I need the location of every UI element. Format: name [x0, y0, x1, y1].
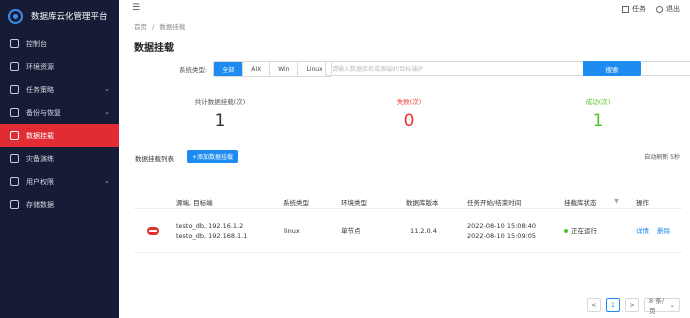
col-version: 数据库版本	[406, 199, 439, 207]
status-dot	[564, 229, 568, 233]
task-icon	[10, 85, 19, 94]
sidebar-item-drill[interactable]: 灾备演练	[0, 147, 119, 170]
logout-label: 退出	[666, 5, 680, 13]
main-content: 首页 / 数据挂载 数据挂载 系统类型: 全部 AIX Win Linux 请输…	[119, 18, 690, 318]
search-button[interactable]: 搜索	[583, 61, 641, 76]
cell-src: testo_db, 192.16.1.2	[176, 222, 244, 230]
task-link[interactable]: 任务	[622, 4, 646, 14]
add-mount-button[interactable]: +添加数据挂载	[187, 150, 239, 163]
sidebar-item-label: 备份与恢复	[26, 108, 61, 117]
chevron-down-icon: ⌄	[669, 301, 675, 309]
sidebar-item-dashboard[interactable]: 控制台	[0, 32, 119, 55]
stat-fail: 失败(次) 0	[349, 96, 469, 131]
stat-fail-value: 0	[403, 111, 415, 131]
task-label: 任务	[632, 5, 646, 13]
section-title: 数据挂载列表	[135, 155, 174, 163]
col-env: 环境类型	[341, 199, 367, 207]
col-actions: 操作	[636, 199, 649, 207]
stat-total-label: 共计数据挂载(次)	[194, 98, 246, 106]
logout-link[interactable]: 退出	[656, 4, 680, 14]
os-option-aix[interactable]: AIX	[243, 62, 271, 76]
col-time: 任务开始/结束时间	[467, 199, 522, 207]
cell-src-dst: testo_db, 192.16.1.2 testo_db, 192.168.1…	[176, 221, 247, 241]
sidebar-item-resources[interactable]: 环境资源	[0, 55, 119, 78]
delete-link[interactable]: 删除	[657, 227, 670, 235]
status-text: 正在运行	[571, 227, 597, 235]
table-row: testo_db, 192.16.1.2 testo_db, 192.168.1…	[134, 211, 682, 253]
cell-time: 2022-08-10 15:08:40 2022-08-10 15:09:05	[467, 221, 536, 241]
cell-os: linux	[284, 227, 300, 235]
sidebar: 数据库云化管理平台 控制台 环境资源 任务策略 ⌄ 备份与恢复 ⌄ 数据挂载 灾…	[0, 0, 119, 318]
page-1-button[interactable]: 1	[606, 298, 620, 312]
stat-total: 共计数据挂载(次) 1	[160, 96, 280, 131]
cell-version: 11.2.0.4	[410, 227, 437, 235]
mount-icon	[10, 131, 19, 140]
cell-actions: 详情 删除	[636, 226, 670, 236]
server-icon	[10, 62, 19, 71]
sidebar-item-label: 控制台	[26, 39, 47, 48]
cell-env: 单节点	[341, 227, 361, 235]
page-size-label: 8 条/页	[649, 297, 664, 315]
sidebar-item-label: 数据挂载	[26, 131, 54, 140]
os-segmented-control: 全部 AIX Win Linux	[213, 61, 332, 77]
breadcrumb: 首页 / 数据挂载	[134, 21, 185, 31]
chevron-down-icon: ⌄	[104, 85, 110, 93]
table-header: 源端, 目标端 系统类型 环境类型 数据库版本 任务开始/结束时间 挂载库状态 …	[134, 193, 682, 209]
col-os: 系统类型	[283, 199, 309, 207]
prev-page-button[interactable]: <	[587, 298, 601, 312]
pagination: < 1 > 8 条/页 ⌄	[587, 297, 680, 315]
page-title: 数据挂载	[134, 43, 174, 54]
stat-success-value: 1	[592, 111, 604, 131]
sidebar-item-mount[interactable]: 数据挂载	[0, 124, 119, 147]
chevron-down-icon: ⌄	[104, 108, 110, 116]
dashboard-icon	[10, 39, 19, 48]
stat-success-label: 成功(次)	[585, 98, 611, 106]
sidebar-item-users[interactable]: 用户权限 ⌄	[0, 170, 119, 193]
sidebar-item-label: 灾备演练	[26, 154, 54, 163]
task-icon	[622, 5, 629, 13]
stat-fail-label: 失败(次)	[396, 98, 422, 106]
cell-status: 正在运行	[564, 226, 597, 236]
logout-icon	[656, 5, 663, 13]
sidebar-item-label: 存储数据	[26, 200, 54, 209]
sidebar-item-tasks[interactable]: 任务策略 ⌄	[0, 78, 119, 101]
filter-icon[interactable]: ▼	[614, 197, 619, 205]
auto-refresh-label[interactable]: 自动刷新 5秒	[644, 152, 680, 161]
breadcrumb-current: 数据挂载	[159, 23, 186, 31]
col-status: 挂载库状态	[564, 199, 597, 207]
cell-start-time: 2022-08-10 15:08:40	[467, 222, 537, 230]
backup-icon	[10, 108, 19, 117]
os-filter-label: 系统类型:	[179, 66, 208, 74]
next-page-button[interactable]: >	[625, 298, 639, 312]
chevron-down-icon: ⌄	[104, 177, 110, 185]
oracle-db-icon	[147, 227, 159, 235]
sidebar-item-label: 环境资源	[26, 62, 54, 71]
stat-success: 成功(次) 1	[538, 96, 658, 131]
breadcrumb-home[interactable]: 首页	[134, 23, 147, 31]
breadcrumb-sep: /	[152, 23, 155, 31]
os-filter: 系统类型: 全部 AIX Win Linux	[179, 61, 332, 77]
sidebar-item-backup[interactable]: 备份与恢复 ⌄	[0, 101, 119, 124]
detail-link[interactable]: 详情	[636, 227, 649, 235]
os-option-win[interactable]: Win	[270, 62, 299, 76]
os-option-all[interactable]: 全部	[214, 62, 244, 76]
top-header: ☰ 任务 退出	[119, 0, 690, 18]
menu-toggle-icon[interactable]: ☰	[132, 3, 140, 13]
cell-end-time: 2022-08-10 15:09:05	[467, 232, 537, 240]
sidebar-item-label: 用户权限	[26, 177, 54, 186]
brand: 数据库云化管理平台	[0, 0, 119, 32]
cell-dst: testo_db, 192.168.1.1	[176, 232, 248, 240]
user-icon	[10, 177, 19, 186]
stat-total-value: 1	[214, 111, 226, 131]
header-actions: 任务 退出	[622, 4, 680, 14]
logo-icon	[8, 8, 23, 24]
sidebar-item-label: 任务策略	[26, 85, 54, 94]
sidebar-item-storage[interactable]: 存储数据	[0, 193, 119, 216]
page-size-select[interactable]: 8 条/页 ⌄	[644, 297, 680, 315]
app-title: 数据库云化管理平台	[31, 12, 108, 22]
col-src-dst: 源端, 目标端	[176, 199, 213, 207]
storage-icon	[10, 200, 19, 209]
drill-icon	[10, 154, 19, 163]
